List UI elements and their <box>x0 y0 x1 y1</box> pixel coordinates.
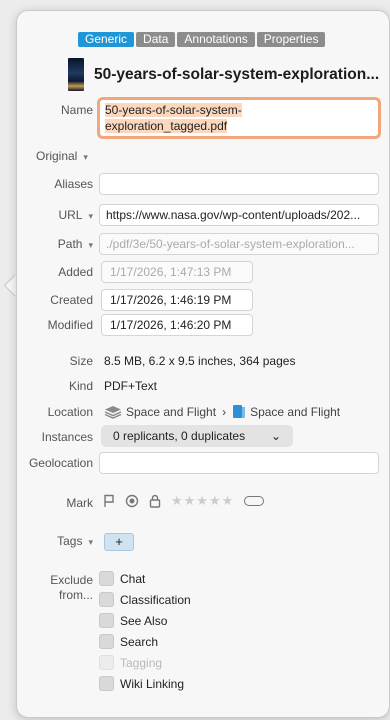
path-label-text: Path <box>57 237 83 251</box>
location-database[interactable]: Space and Flight <box>126 405 216 419</box>
checkbox[interactable] <box>99 676 114 691</box>
kind-label: Kind <box>68 379 93 393</box>
checkbox[interactable] <box>99 571 114 586</box>
instances-popup[interactable]: 0 replicants, 0 duplicates ⌄ <box>101 425 293 447</box>
checkbox[interactable] <box>99 634 114 649</box>
tags-label-text: Tags <box>57 534 83 548</box>
original-label-text: Original <box>36 149 78 163</box>
geolocation-label: Geolocation <box>28 456 93 470</box>
database-icon <box>104 405 122 419</box>
chevron-down-icon: ▾ <box>88 240 93 250</box>
document-title: 50-years-of-solar-system-exploration... <box>94 65 380 83</box>
chevron-down-icon: ▾ <box>83 152 88 162</box>
mark-controls: ★★★★★ <box>103 493 265 509</box>
location-label: Location <box>47 405 93 419</box>
modified-date[interactable]: 1/17/2026, 1:46:20 PM <box>101 314 253 336</box>
chevron-down-icon: ⌄ <box>270 429 281 443</box>
name-label: Name <box>60 103 93 117</box>
flag-icon[interactable] <box>103 494 115 508</box>
url-label-text: URL <box>58 208 83 222</box>
chevron-right-icon: › <box>222 404 227 419</box>
added-label: Added <box>58 265 93 279</box>
tab-annotations[interactable]: Annotations <box>177 32 255 47</box>
group-folder-icon <box>233 405 246 418</box>
tab-properties[interactable]: Properties <box>256 32 326 47</box>
chevron-down-icon: ▾ <box>88 211 93 221</box>
exclude-label: Exclude from... <box>50 573 93 602</box>
exclude-classification[interactable]: Classification <box>99 592 191 607</box>
document-thumbnail <box>68 58 84 91</box>
checkbox <box>99 655 114 670</box>
exclude-chat[interactable]: Chat <box>99 571 145 586</box>
url-label[interactable]: URL ▾ <box>58 208 93 222</box>
aliases-field[interactable] <box>99 173 379 195</box>
name-line-1: 50-years-of-solar-system- <box>105 103 242 117</box>
path-field: ./pdf/3e/50-years-of-solar-system-explor… <box>99 233 379 255</box>
tab-generic[interactable]: Generic <box>78 32 135 47</box>
chevron-down-icon: ▾ <box>88 537 93 547</box>
url-field[interactable]: https://www.nasa.gov/wp-content/uploads/… <box>99 204 379 226</box>
exclude-tagging-label: Tagging <box>120 655 163 670</box>
tab-bar: Generic Data Annotations Properties <box>78 32 326 47</box>
size-label: Size <box>69 354 93 368</box>
added-date: 1/17/2026, 1:47:13 PM <box>101 261 253 283</box>
tab-data[interactable]: Data <box>136 32 176 47</box>
lock-icon[interactable] <box>149 494 161 508</box>
instances-value: 0 replicants, 0 duplicates <box>113 429 246 443</box>
original-label[interactable]: Original ▾ <box>36 149 88 163</box>
checkbox[interactable] <box>99 592 114 607</box>
kind-value: PDF+Text <box>104 379 158 393</box>
exclude-see-also[interactable]: See Also <box>99 613 167 628</box>
label-icon[interactable] <box>244 496 265 506</box>
exclude-search-label: Search <box>120 634 159 649</box>
name-field[interactable]: 50-years-of-solar-system- exploration_ta… <box>97 97 381 139</box>
exclude-wiki-linking[interactable]: Wiki Linking <box>99 676 184 691</box>
size-value: 8.5 MB, 6.2 x 9.5 inches, 364 pages <box>104 354 296 368</box>
tags-label[interactable]: Tags ▾ <box>57 534 93 548</box>
exclude-tagging: Tagging <box>99 655 162 670</box>
unread-icon[interactable] <box>125 494 139 508</box>
exclude-chat-label: Chat <box>120 571 146 586</box>
name-line-2: exploration_tagged.pdf <box>105 119 228 133</box>
mark-label: Mark <box>66 496 93 510</box>
document-header: 50-years-of-solar-system-exploration... <box>68 58 379 91</box>
instances-label: Instances <box>41 430 93 444</box>
rating-stars[interactable]: ★★★★★ <box>171 493 234 509</box>
exclude-search[interactable]: Search <box>99 634 158 649</box>
location-group[interactable]: Space and Flight <box>250 405 340 419</box>
aliases-label: Aliases <box>54 177 93 191</box>
modified-label: Modified <box>47 318 93 332</box>
checkbox[interactable] <box>99 613 114 628</box>
created-label: Created <box>50 293 93 307</box>
path-label[interactable]: Path ▾ <box>58 237 93 251</box>
geolocation-field[interactable] <box>99 452 379 474</box>
location-path: Space and Flight › Space and Flight <box>104 404 340 419</box>
exclude-classification-label: Classification <box>120 592 191 607</box>
exclude-see-also-label: See Also <box>120 613 168 628</box>
add-tag-button[interactable]: + <box>104 533 134 551</box>
exclude-wiki-linking-label: Wiki Linking <box>120 676 185 691</box>
created-date[interactable]: 1/17/2026, 1:46:19 PM <box>101 289 253 311</box>
